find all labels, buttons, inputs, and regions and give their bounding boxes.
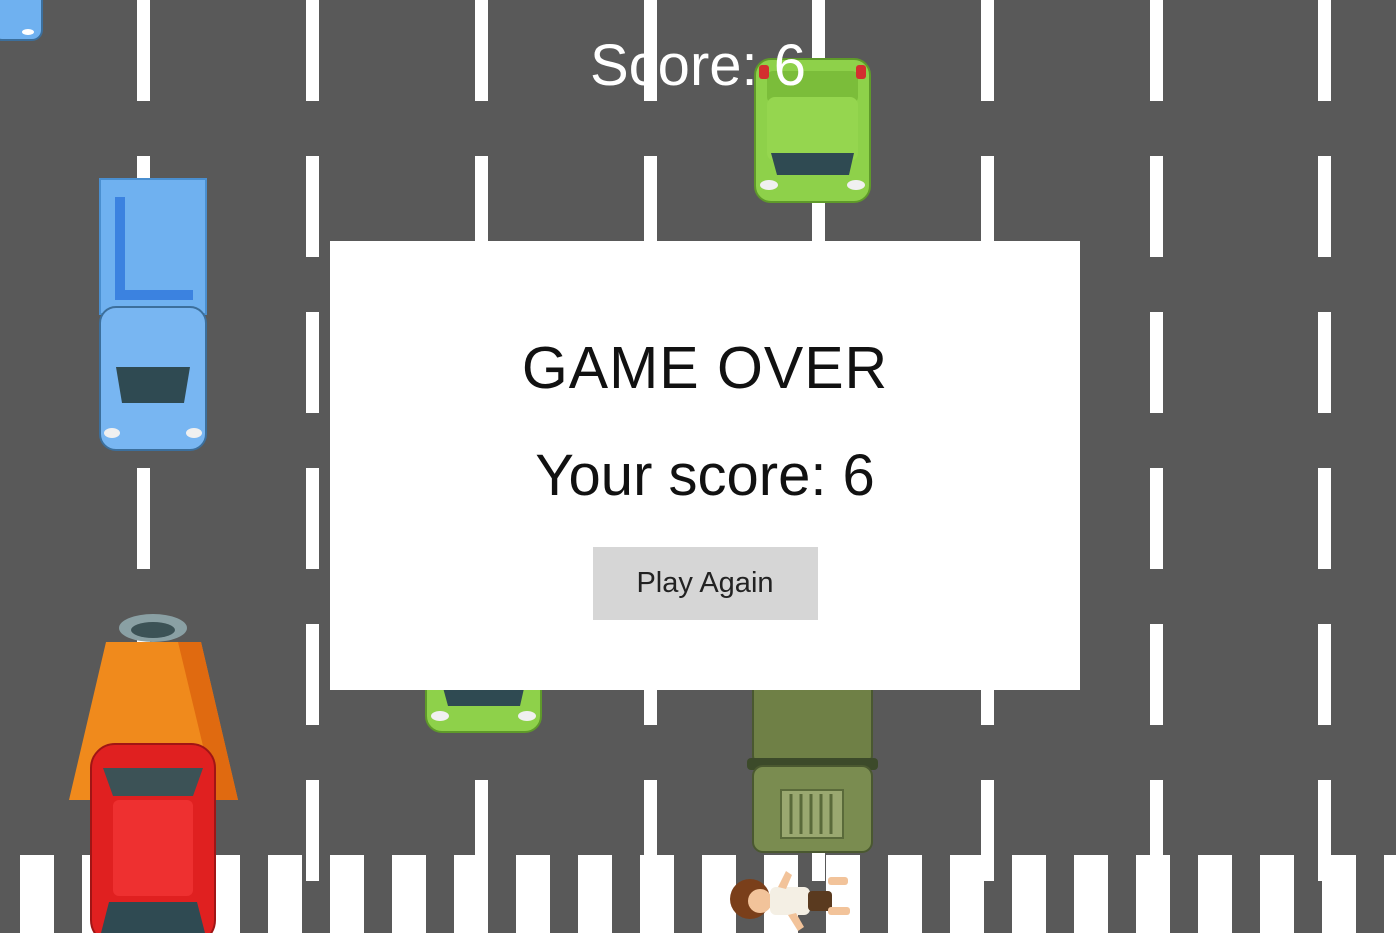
score-display: Score: 6 xyxy=(590,33,806,98)
red-car-icon xyxy=(90,743,216,933)
game-over-dialog: GAME OVER Your score: 6 Play Again xyxy=(330,241,1080,690)
pedestrian-icon xyxy=(730,871,850,931)
game-canvas: Score: 6 GAME OVER Your score: 6 Play Ag… xyxy=(0,0,1396,933)
final-score-text: Your score: 6 xyxy=(535,443,875,508)
lane-line xyxy=(306,0,319,933)
play-again-button[interactable]: Play Again xyxy=(592,547,818,620)
lane-line xyxy=(1150,0,1163,933)
lane-line xyxy=(1318,0,1331,933)
blue-truck-icon xyxy=(99,178,207,451)
game-over-title: GAME OVER xyxy=(521,335,889,401)
